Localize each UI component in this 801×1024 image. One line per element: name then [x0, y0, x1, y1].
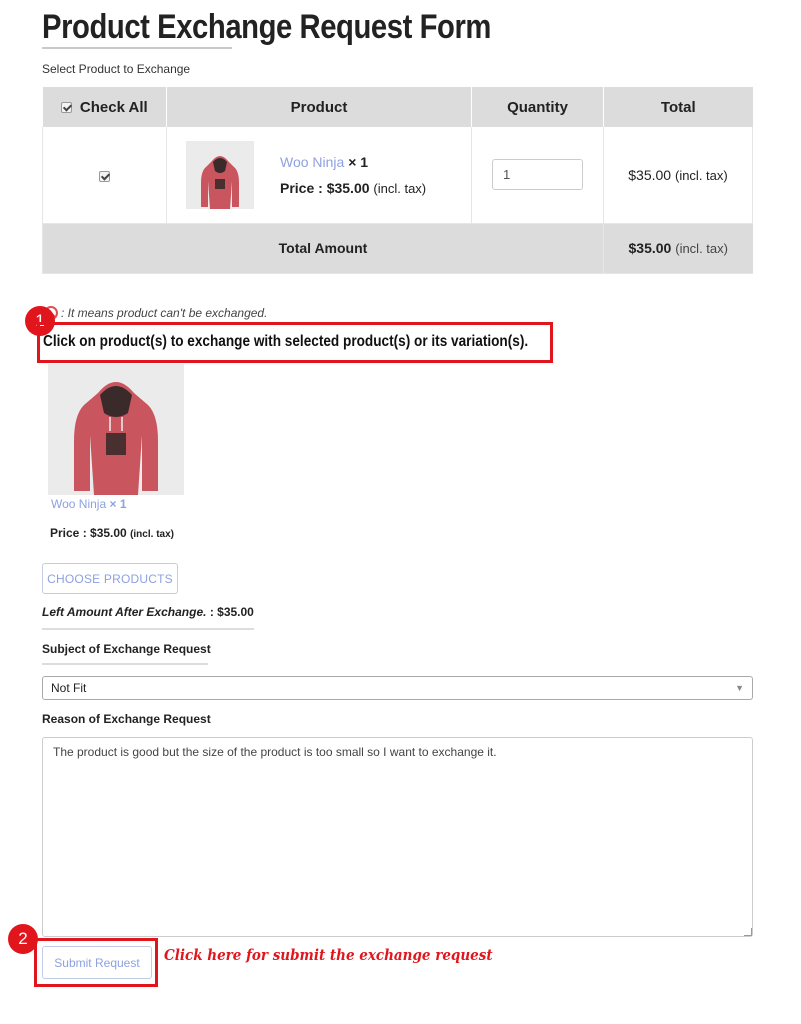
check-all-label: Check All	[79, 98, 148, 116]
check-all-header[interactable]: Check All	[42, 87, 167, 127]
instruction-text: Click on product(s) to exchange with sel…	[43, 333, 529, 350]
hoodie-image	[201, 155, 239, 209]
total-amount-label: Total Amount	[42, 223, 604, 274]
exchange-product-price-row: Price : $35.00 (incl. tax)	[50, 526, 174, 540]
row-total: $35.00	[628, 166, 672, 183]
choose-products-button[interactable]: CHOOSE PRODUCTS	[42, 563, 178, 594]
subject-selected-value: Not Fit	[51, 681, 87, 695]
chevron-down-icon: ▼	[735, 683, 744, 693]
left-amount-label: Left Amount After Exchange.	[42, 605, 207, 619]
exchange-product-name[interactable]: Woo Ninja	[51, 497, 106, 511]
quantity-input[interactable]	[492, 159, 583, 191]
left-amount-divider	[42, 628, 254, 630]
product-name-link[interactable]: Woo Ninja	[280, 154, 344, 170]
product-price: Price : $35.00	[280, 179, 370, 196]
exchange-product-price-tax: (incl. tax)	[130, 529, 174, 540]
left-amount-value: : $35.00	[209, 605, 254, 619]
left-amount: Left Amount After Exchange. : $35.00	[42, 605, 254, 619]
exchange-product-link[interactable]: Woo Ninja × 1	[51, 497, 127, 511]
title-underline	[42, 47, 232, 49]
total-amount-row: Total Amount $35.00 (incl. tax)	[42, 223, 753, 274]
subject-divider	[42, 663, 208, 665]
exchange-note-text: : It means product can't be exchanged.	[61, 306, 268, 320]
row-checkbox[interactable]	[99, 170, 110, 182]
product-header: Product	[166, 87, 472, 127]
product-cell: Woo Ninja × 1 Price : $35.00 (incl. tax)	[166, 127, 472, 224]
total-amount-cell: $35.00 (incl. tax)	[603, 223, 753, 274]
quantity-header: Quantity	[471, 87, 604, 127]
row-total-tax: (incl. tax)	[674, 167, 728, 183]
exchange-product-image[interactable]	[48, 364, 184, 495]
product-multiplier: × 1	[348, 153, 369, 170]
hoodie-image	[74, 382, 158, 495]
table-row: Woo Ninja × 1 Price : $35.00 (incl. tax)…	[42, 127, 753, 224]
submit-request-button[interactable]: Submit Request	[42, 946, 152, 979]
table-header-row: Check All Product Quantity Total	[42, 87, 753, 127]
page-subtitle: Select Product to Exchange	[42, 62, 191, 76]
total-amount-tax: (incl. tax)	[675, 241, 728, 256]
resize-handle-icon[interactable]	[744, 928, 752, 936]
product-thumbnail[interactable]	[186, 140, 254, 209]
check-all-checkbox[interactable]	[60, 102, 72, 114]
reason-label: Reason of Exchange Request	[42, 712, 211, 726]
total-header: Total	[603, 87, 753, 127]
total-amount-value: $35.00	[628, 240, 672, 256]
reason-textarea[interactable]: The product is good but the size of the …	[42, 737, 753, 937]
exchange-note: : It means product can't be exchanged.	[44, 306, 267, 320]
row-total-cell: $35.00 (incl. tax)	[603, 127, 753, 224]
row-check-cell	[42, 127, 167, 224]
product-price-tax: (incl. tax)	[373, 180, 427, 196]
exchange-product-price: Price : $35.00	[50, 526, 127, 540]
exchange-product-multiplier: × 1	[109, 497, 127, 511]
page-title: Product Exchange Request Form	[42, 8, 491, 46]
exchange-products-table: Check All Product Quantity Total Woo Nin…	[42, 87, 753, 274]
subject-select[interactable]: Not Fit ▼	[42, 676, 753, 700]
subject-label: Subject of Exchange Request	[42, 642, 211, 656]
submit-hint-text: Click here for submit the exchange reque…	[164, 946, 493, 964]
quantity-cell	[471, 127, 604, 224]
